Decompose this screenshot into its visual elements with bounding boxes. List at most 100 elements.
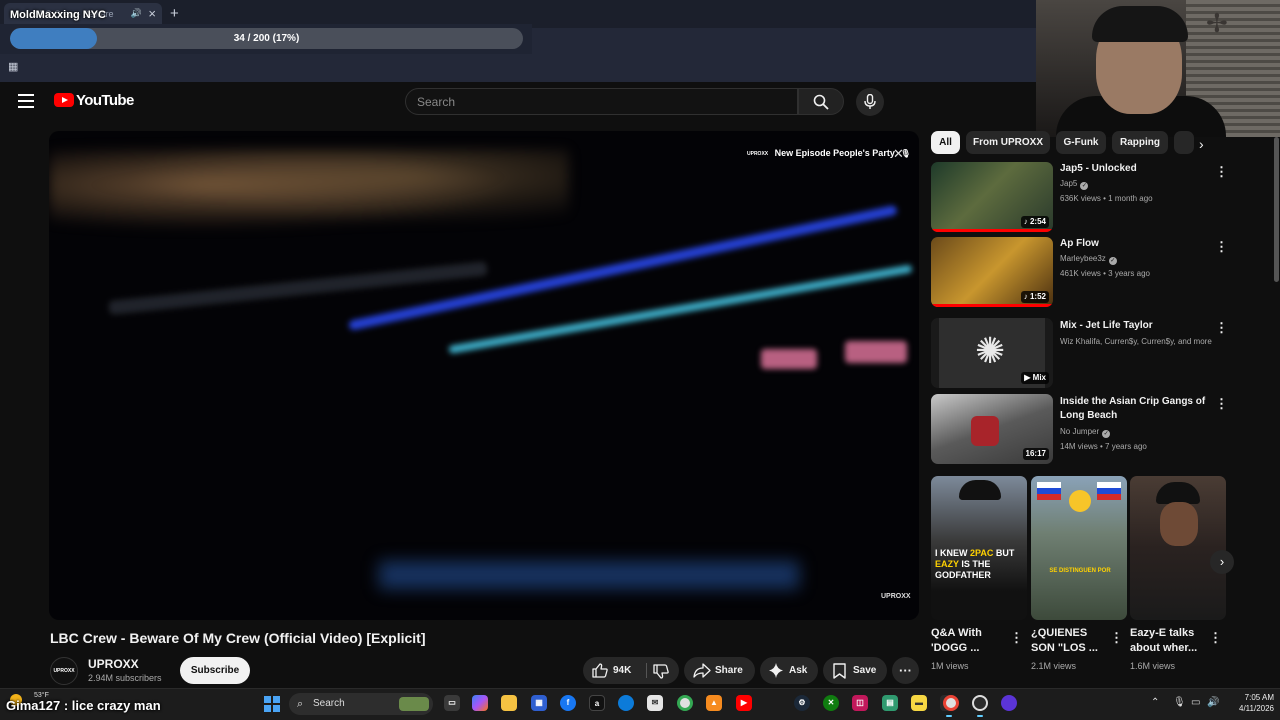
- close-tab-icon[interactable]: ×: [148, 6, 156, 21]
- duration-badge: ♪ 2:54: [1020, 216, 1049, 228]
- youtube-logo-text[interactable]: YouTube: [76, 92, 134, 109]
- sidebar-scrollbar[interactable]: [1274, 137, 1279, 282]
- short-views: 1.6M views: [1130, 661, 1176, 671]
- obs-icon[interactable]: [972, 695, 988, 711]
- vlc-icon[interactable]: ▲: [706, 695, 722, 711]
- network-icon[interactable]: ▭: [1191, 697, 1200, 708]
- video-player[interactable]: UPROXX New Episode People's Party 🎙 ✕ UP…: [49, 131, 919, 620]
- rec-channel-name: Jap5: [1060, 179, 1078, 188]
- chip-rapping[interactable]: Rapping: [1112, 131, 1168, 154]
- chip-from-uproxx[interactable]: From UPROXX: [966, 131, 1050, 154]
- clock[interactable]: 7:05 AM 4/11/2026: [1222, 692, 1274, 714]
- promo-close-icon[interactable]: ✕: [893, 146, 904, 162]
- rec-title[interactable]: Ap Flow: [1060, 237, 1208, 251]
- chrome-active-icon[interactable]: [943, 695, 959, 711]
- channel-avatar[interactable]: UPROXX: [50, 657, 78, 685]
- amazon-icon[interactable]: a: [589, 695, 605, 711]
- file-explorer-icon[interactable]: [501, 695, 517, 711]
- short-thumbnail[interactable]: I KNEW 2PAC BUT EAZY IS THE GODFATHER: [931, 476, 1027, 620]
- steam-icon[interactable]: ⚙: [794, 695, 810, 711]
- microphone-tray-icon[interactable]: 🎙: [1173, 697, 1186, 708]
- duration-text: 2:54: [1029, 217, 1046, 226]
- taskbar-search[interactable]: ⌕ Search: [289, 693, 433, 715]
- short-title[interactable]: ¿QUIENES SON "LOS ...: [1031, 626, 1107, 656]
- like-dislike-group: 94K: [583, 657, 679, 684]
- short-caption: I KNEW 2PAC BUT EAZY IS THE GODFATHER: [935, 548, 1025, 581]
- search-icon: ⌕: [297, 698, 304, 710]
- rec-meta: 461K views • 3 years ago: [1060, 269, 1150, 278]
- ask-button[interactable]: Ask: [760, 657, 818, 684]
- short-thumbnail[interactable]: SE DISTINGUEN POR: [1031, 476, 1127, 620]
- windows-start-icon[interactable]: [264, 696, 280, 712]
- speaker-icon[interactable]: 🔊: [131, 8, 142, 19]
- save-button[interactable]: Save: [823, 657, 887, 684]
- short-title[interactable]: Q&A With 'DOGG ...: [931, 626, 1007, 656]
- flag-icon: [1097, 482, 1121, 500]
- chip-g-funk[interactable]: G-Funk: [1056, 131, 1106, 154]
- apps-grid-icon[interactable]: ▦: [8, 60, 18, 73]
- menu-icon[interactable]: [18, 94, 34, 108]
- video-title: LBC Crew - Beware Of My Crew (Official V…: [50, 630, 426, 646]
- search-input[interactable]: [406, 89, 797, 114]
- xbox-icon[interactable]: ✕: [823, 695, 839, 711]
- more-options-icon[interactable]: ⋮: [1215, 239, 1228, 255]
- share-button[interactable]: Share: [684, 657, 755, 684]
- media-app-icon[interactable]: ◫: [852, 695, 868, 711]
- search-button[interactable]: [798, 88, 844, 115]
- rec-channel[interactable]: Wiz Khalifa, Curren$y, Curren$y, and mor…: [1060, 337, 1212, 346]
- more-options-icon[interactable]: ⋮: [1215, 320, 1228, 336]
- video-promo-banner[interactable]: UPROXX New Episode People's Party 🎙: [747, 148, 911, 158]
- more-options-icon[interactable]: ⋮: [1215, 396, 1228, 412]
- volume-icon[interactable]: 🔊: [1207, 697, 1219, 708]
- edge-icon[interactable]: [618, 695, 634, 711]
- rec-thumbnail[interactable]: ✺ ▶ Mix: [931, 318, 1053, 388]
- short-caption: SE DISTINGUEN POR: [1049, 568, 1111, 574]
- rec-channel[interactable]: Marleybee3z ✓: [1060, 254, 1117, 265]
- rec-thumbnail[interactable]: ♪ 2:54: [931, 162, 1053, 232]
- microsoft-store-icon[interactable]: ▦: [531, 695, 547, 711]
- rec-title[interactable]: Inside the Asian Crip Gangs of Long Beac…: [1060, 395, 1208, 423]
- short-title[interactable]: Eazy-E talks about wher...: [1130, 626, 1206, 656]
- youtube-logo-icon[interactable]: [54, 93, 74, 107]
- rec-thumbnail[interactable]: ♪ 1:52: [931, 237, 1053, 307]
- tray-overflow-icon[interactable]: ⌃: [1151, 697, 1159, 708]
- rec-title[interactable]: Mix - Jet Life Taylor: [1060, 319, 1208, 333]
- facebook-icon[interactable]: f: [560, 695, 576, 711]
- thumbs-down-icon[interactable]: [653, 664, 669, 679]
- more-options-icon[interactable]: ⋮: [1010, 630, 1023, 646]
- stream-chat-message: Gima127 : lice crazy man: [6, 698, 161, 713]
- more-options-icon[interactable]: ⋮: [1215, 164, 1228, 180]
- app-circle-icon[interactable]: [1001, 695, 1017, 711]
- channel-name[interactable]: UPROXX: [88, 657, 139, 671]
- more-actions-icon[interactable]: ···: [892, 657, 919, 684]
- chip-all[interactable]: All: [931, 131, 960, 154]
- copilot-icon[interactable]: [472, 695, 488, 711]
- chip-partial[interactable]: [1174, 131, 1194, 154]
- like-count[interactable]: 94K: [613, 657, 631, 684]
- rec-channel-name: No Jumper: [1060, 427, 1100, 436]
- more-options-icon[interactable]: ⋮: [1110, 630, 1123, 646]
- more-options-icon[interactable]: ⋮: [1209, 630, 1222, 646]
- short-thumbnail[interactable]: [1130, 476, 1226, 620]
- youtube-app-icon[interactable]: ▶: [736, 695, 752, 711]
- chrome-icon[interactable]: [677, 695, 693, 711]
- task-view-icon[interactable]: ▭: [444, 695, 460, 711]
- shorts-next-button[interactable]: ›: [1210, 550, 1234, 574]
- chevron-right-icon[interactable]: ›: [1199, 136, 1204, 152]
- webcam-overlay: ✢: [1036, 0, 1280, 137]
- voice-search-button[interactable]: [856, 88, 884, 116]
- rec-thumbnail[interactable]: 16:17: [931, 394, 1053, 464]
- video-frame-light: [761, 349, 817, 369]
- sticky-notes-icon[interactable]: ▬: [911, 695, 927, 711]
- rec-title[interactable]: Jap5 - Unlocked: [1060, 162, 1208, 176]
- thumbs-up-icon[interactable]: [592, 663, 608, 678]
- app-icon[interactable]: ▤: [882, 695, 898, 711]
- progress-label: 34 / 200 (17%): [233, 33, 300, 44]
- new-tab-button[interactable]: +: [170, 5, 179, 22]
- rec-channel[interactable]: Jap5 ✓: [1060, 179, 1089, 190]
- duration-text: 1:52: [1029, 292, 1046, 301]
- video-watermark: UPROXX: [881, 593, 911, 600]
- mail-icon[interactable]: ✉: [647, 695, 663, 711]
- subscribe-button[interactable]: Subscribe: [180, 657, 250, 684]
- rec-channel[interactable]: No Jumper ✓: [1060, 427, 1111, 438]
